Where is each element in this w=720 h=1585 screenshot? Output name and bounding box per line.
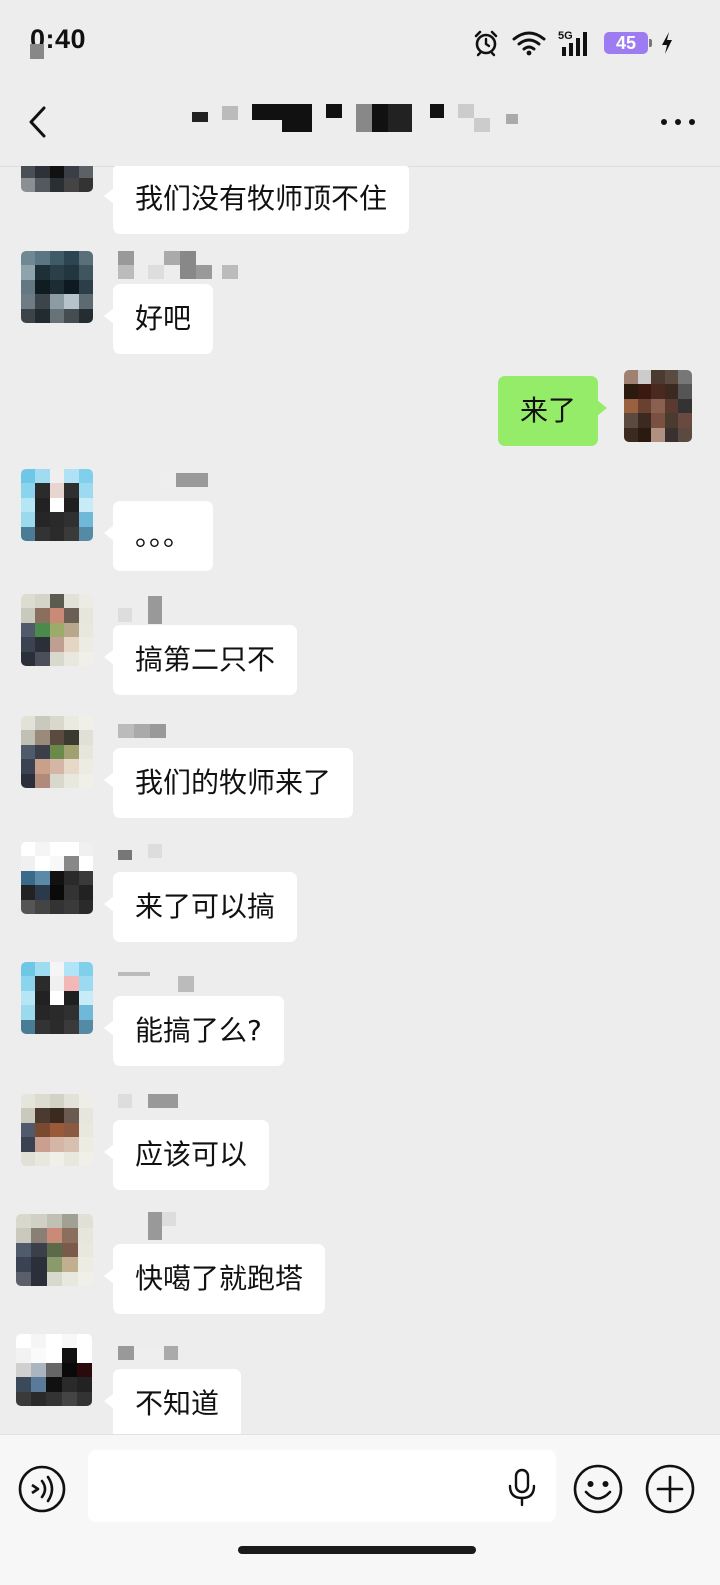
message-text: 来了 (520, 394, 577, 427)
mic-icon[interactable] (505, 1467, 539, 1507)
message-bubble-own[interactable]: 来了 (498, 376, 608, 446)
voice-icon (18, 1465, 66, 1513)
emoji-icon (573, 1464, 623, 1514)
avatar[interactable] (21, 962, 93, 1034)
avatar[interactable] (21, 842, 93, 914)
message-bubble[interactable]: 应该可以 (103, 1120, 270, 1190)
sender-name-redacted (118, 724, 178, 740)
more-icon (661, 119, 695, 125)
chat-header (0, 82, 720, 167)
message-text: 不知道 (135, 1387, 220, 1420)
voice-mode-button[interactable] (18, 1465, 66, 1513)
plus-icon (645, 1464, 695, 1514)
avatar[interactable] (16, 1214, 93, 1286)
battery-indicator: 45 (604, 32, 652, 54)
sender-name-redacted (118, 1346, 180, 1362)
avatar[interactable] (21, 251, 93, 323)
charging-icon (662, 32, 672, 54)
message-list[interactable]: 我们没有牧师顶不住 好吧 来了 。。。 搞第二只不 我们的牧师来了 来了可以搞 … (0, 166, 720, 1434)
message-bubble[interactable]: 好吧 (103, 284, 214, 354)
avatar[interactable] (21, 166, 93, 192)
message-text: 快噶了就跑塔 (135, 1262, 304, 1295)
sender-name-redacted (118, 844, 168, 860)
back-button[interactable] (18, 100, 58, 144)
message-bubble[interactable]: 搞第二只不 (103, 625, 298, 695)
message-text: 好吧 (135, 302, 192, 335)
more-functions-button[interactable] (644, 1463, 696, 1515)
sender-name-redacted (148, 1212, 178, 1240)
sender-name-redacted (160, 473, 210, 489)
message-bubble[interactable]: 来了可以搞 (103, 872, 298, 942)
wifi-icon (512, 31, 546, 56)
message-text: 。。。 (135, 519, 192, 552)
emoji-button[interactable] (572, 1463, 624, 1515)
message-text: 能搞了么? (135, 1014, 262, 1047)
message-text: 我们的牧师来了 (135, 766, 332, 799)
message-bubble[interactable]: 能搞了么? (104, 996, 284, 1066)
message-text: 来了可以搞 (135, 890, 276, 923)
status-bar: 0:40 5G 45 (0, 0, 720, 82)
sender-name-redacted (118, 1094, 178, 1110)
own-avatar[interactable] (624, 370, 692, 442)
status-icons: 5G 45 (472, 28, 674, 58)
message-text: 应该可以 (135, 1138, 248, 1171)
sender-name-redacted (118, 251, 238, 279)
network-label: 5G (558, 30, 573, 42)
alarm-icon (474, 30, 498, 57)
back-icon (29, 106, 46, 138)
home-indicator[interactable] (238, 1546, 476, 1554)
location-indicator (30, 44, 44, 59)
sender-name-redacted (118, 970, 198, 992)
message-bubble[interactable]: 我们的牧师来了 (103, 748, 354, 818)
message-bubble[interactable]: 不知道 (103, 1369, 242, 1434)
message-input[interactable] (88, 1450, 556, 1522)
message-bubble[interactable]: 我们没有牧师顶不住 (103, 166, 410, 234)
avatar[interactable] (21, 1094, 93, 1166)
message-bubble[interactable]: 快噶了就跑塔 (103, 1244, 326, 1314)
signal-5g-icon: 5G (558, 30, 587, 56)
message-text: 我们没有牧师顶不住 (135, 182, 388, 215)
message-bubble[interactable]: 。。。 (103, 501, 214, 571)
input-bar (0, 1434, 720, 1585)
chat-title-redacted (192, 104, 532, 134)
message-text: 搞第二只不 (135, 643, 276, 676)
avatar[interactable] (16, 1334, 92, 1406)
sender-name-redacted (118, 596, 168, 624)
more-options-button[interactable] (656, 102, 700, 142)
avatar[interactable] (21, 716, 93, 788)
avatar[interactable] (21, 469, 93, 541)
avatar[interactable] (21, 594, 93, 666)
